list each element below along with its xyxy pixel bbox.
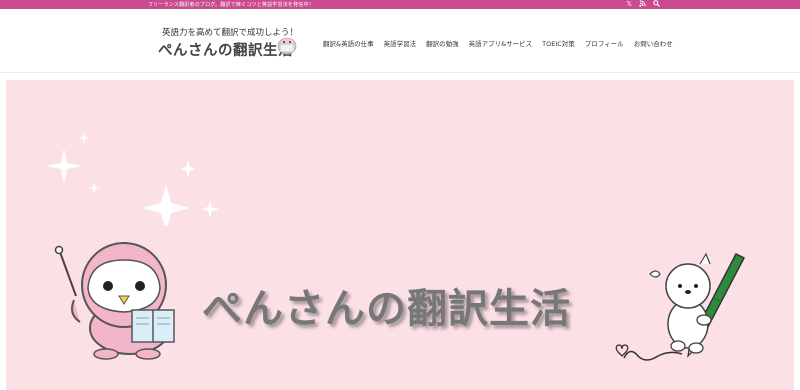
hero-title: ぺんさんの翻訳生活 [202, 286, 571, 332]
site-header: 英語力を高めて翻訳で成功しよう！ ぺんさんの翻訳生活 翻訳&英語の仕事 英語学習… [0, 9, 800, 73]
main-nav: 翻訳&英語の仕事 英語学習法 翻訳の勉強 英語アプリ&サービス TOEIC対策 … [323, 38, 683, 48]
penguin-logo-icon [277, 37, 297, 55]
hero-banner-image[interactable]: ぺんさんの翻訳生活 [6, 80, 794, 390]
nav-item-toeic[interactable]: TOEIC対策 [542, 38, 575, 48]
nav-item-translation-study[interactable]: 翻訳の勉強 [426, 38, 459, 48]
character-with-pencil-illustration [615, 252, 746, 361]
sparkles-decoration [46, 132, 219, 226]
logo-title: ぺんさんの翻訳生活 [158, 43, 293, 59]
nav-item-profile[interactable]: プロフィール [585, 38, 624, 48]
nav-item-english-study[interactable]: 英語学習法 [384, 38, 417, 48]
penguin-reading-illustration [54, 242, 175, 360]
site-logo[interactable]: 英語力を高めて翻訳で成功しよう！ ぺんさんの翻訳生活 [148, 24, 300, 68]
nav-item-translation-work[interactable]: 翻訳&英語の仕事 [323, 38, 374, 48]
hero-banner: ぺんさんの翻訳生活 [0, 74, 800, 390]
top-announcement-bar: フリーランス翻訳者のブログ。翻訳で稼ぐコツと英語学習法を発信中！ 𝕏 [0, 0, 800, 9]
nav-item-contact[interactable]: お問い合わせ [634, 38, 673, 48]
announcement-text: フリーランス翻訳者のブログ。翻訳で稼ぐコツと英語学習法を発信中！ [148, 2, 314, 8]
x-icon[interactable]: 𝕏 [626, 0, 632, 9]
nav-item-english-apps[interactable]: 英語アプリ&サービス [469, 38, 533, 48]
